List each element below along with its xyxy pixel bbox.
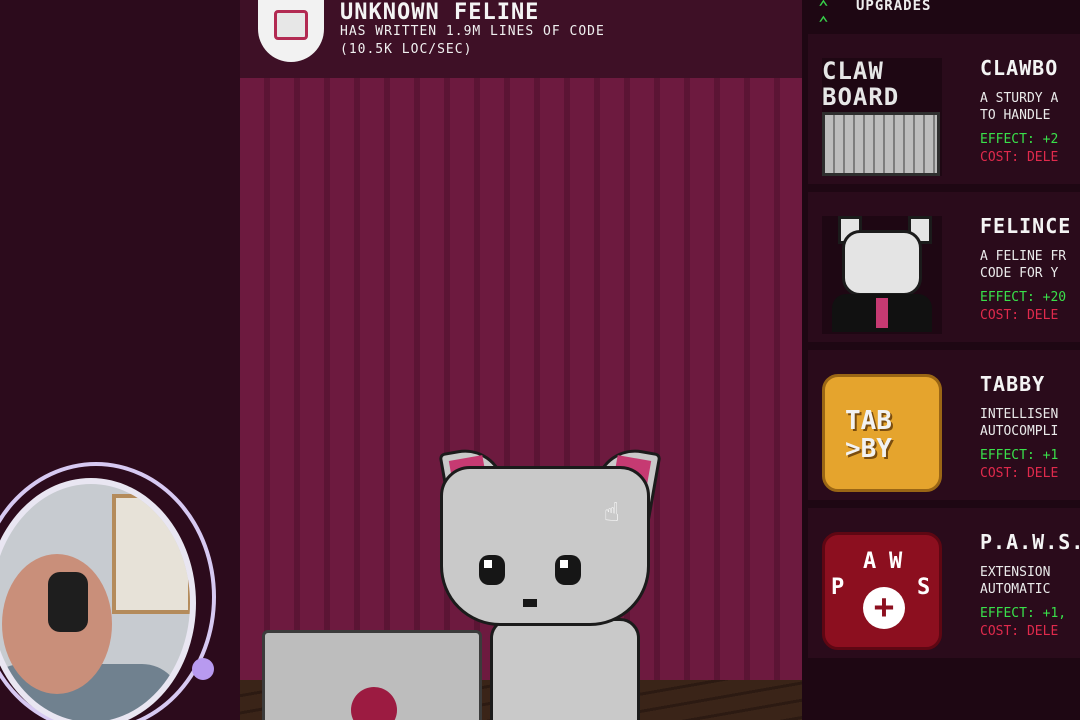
felince-image [822, 216, 942, 334]
chevron-up-icon[interactable]: ⌃ ⌃ [818, 0, 829, 33]
paws-image: P A W S + [822, 532, 942, 650]
cat-right-eye [555, 555, 581, 585]
tabby-logo-text: TAB >BY [845, 406, 892, 464]
paws-letter-w: W [889, 549, 903, 574]
keyboard-icon [822, 112, 940, 176]
upgrade-effect: EFFECT: +1 [980, 448, 1059, 463]
plus-icon: + [863, 587, 905, 629]
avatar-cat-face-icon [274, 10, 308, 40]
loc-rate-stat: (10.5K LOC/SEC) [340, 42, 473, 57]
upgrade-description: A STURDY A TO HANDLE [980, 91, 1059, 123]
upgrades-title: UPGRADES [856, 0, 932, 14]
upgrade-description: EXTENSION AUTOMATIC [980, 565, 1051, 597]
lines-written-stat: HAS WRITTEN 1.9M LINES OF CODE [340, 24, 605, 39]
cat-left-eye [479, 555, 505, 585]
laptop [262, 630, 482, 720]
upgrade-name: FELINCE [980, 214, 1072, 238]
headset-icon [48, 572, 88, 632]
brain-logo-icon [351, 687, 397, 720]
player-avatar [258, 0, 324, 62]
hand-cursor-icon: ☝ [604, 498, 620, 528]
upgrade-effect: EFFECT: +20 [980, 290, 1067, 305]
clawboard-image: CLAW BOARD [822, 58, 942, 176]
upgrade-card-paws[interactable]: P A W S + P.A.W.S. EXTENSION AUTOMATIC E… [808, 508, 1080, 658]
paws-letter-p: P [831, 575, 845, 600]
clawboard-logo-text: CLAW BOARD [822, 57, 900, 111]
upgrade-name: P.A.W.S. [980, 530, 1080, 554]
upgrade-description: INTELLISEN AUTOCOMPLI [980, 407, 1059, 439]
upgrade-effect: EFFECT: +2 [980, 132, 1059, 147]
upgrade-name: TABBY [980, 372, 1046, 396]
tie-icon [876, 298, 888, 328]
upgrade-cost: COST: DELE [980, 150, 1059, 165]
cat-head [440, 466, 650, 626]
cat-nose [523, 599, 537, 607]
upgrade-effect: EFFECT: +1, [980, 606, 1067, 621]
cat-body [490, 618, 640, 720]
upgrade-description: A FELINE FR CODE FOR Y [980, 249, 1067, 281]
upgrade-card-tabby[interactable]: TAB >BY TABBY INTELLISEN AUTOCOMPLI EFFE… [808, 350, 1080, 500]
tabby-image: TAB >BY [822, 374, 942, 492]
player-name: UNKNOWN FELINE [340, 0, 540, 25]
upgrade-card-clawboard[interactable]: CLAW BOARD CLAWBO A STURDY A TO HANDLE E… [808, 34, 1080, 184]
upgrade-card-felince[interactable]: FELINCE A FELINE FR CODE FOR Y EFFECT: +… [808, 192, 1080, 342]
background-window [112, 494, 190, 614]
webcam-accent-dot [192, 658, 214, 680]
player-header: UNKNOWN FELINE HAS WRITTEN 1.9M LINES OF… [240, 0, 802, 78]
upgrade-name: CLAWBO [980, 56, 1059, 80]
upgrade-cost: COST: DELE [980, 308, 1059, 323]
upgrades-panel: ⌃ ⌃ UPGRADES CLAW BOARD CLAWBO A STURDY A… [802, 0, 1080, 720]
webcam-overlay [0, 478, 196, 720]
upgrade-cost: COST: DELE [980, 466, 1059, 481]
upgrade-cost: COST: DELE [980, 624, 1059, 639]
business-cat-icon [842, 230, 922, 296]
paws-letter-a: A [863, 549, 877, 574]
paws-letter-s: S [917, 575, 931, 600]
